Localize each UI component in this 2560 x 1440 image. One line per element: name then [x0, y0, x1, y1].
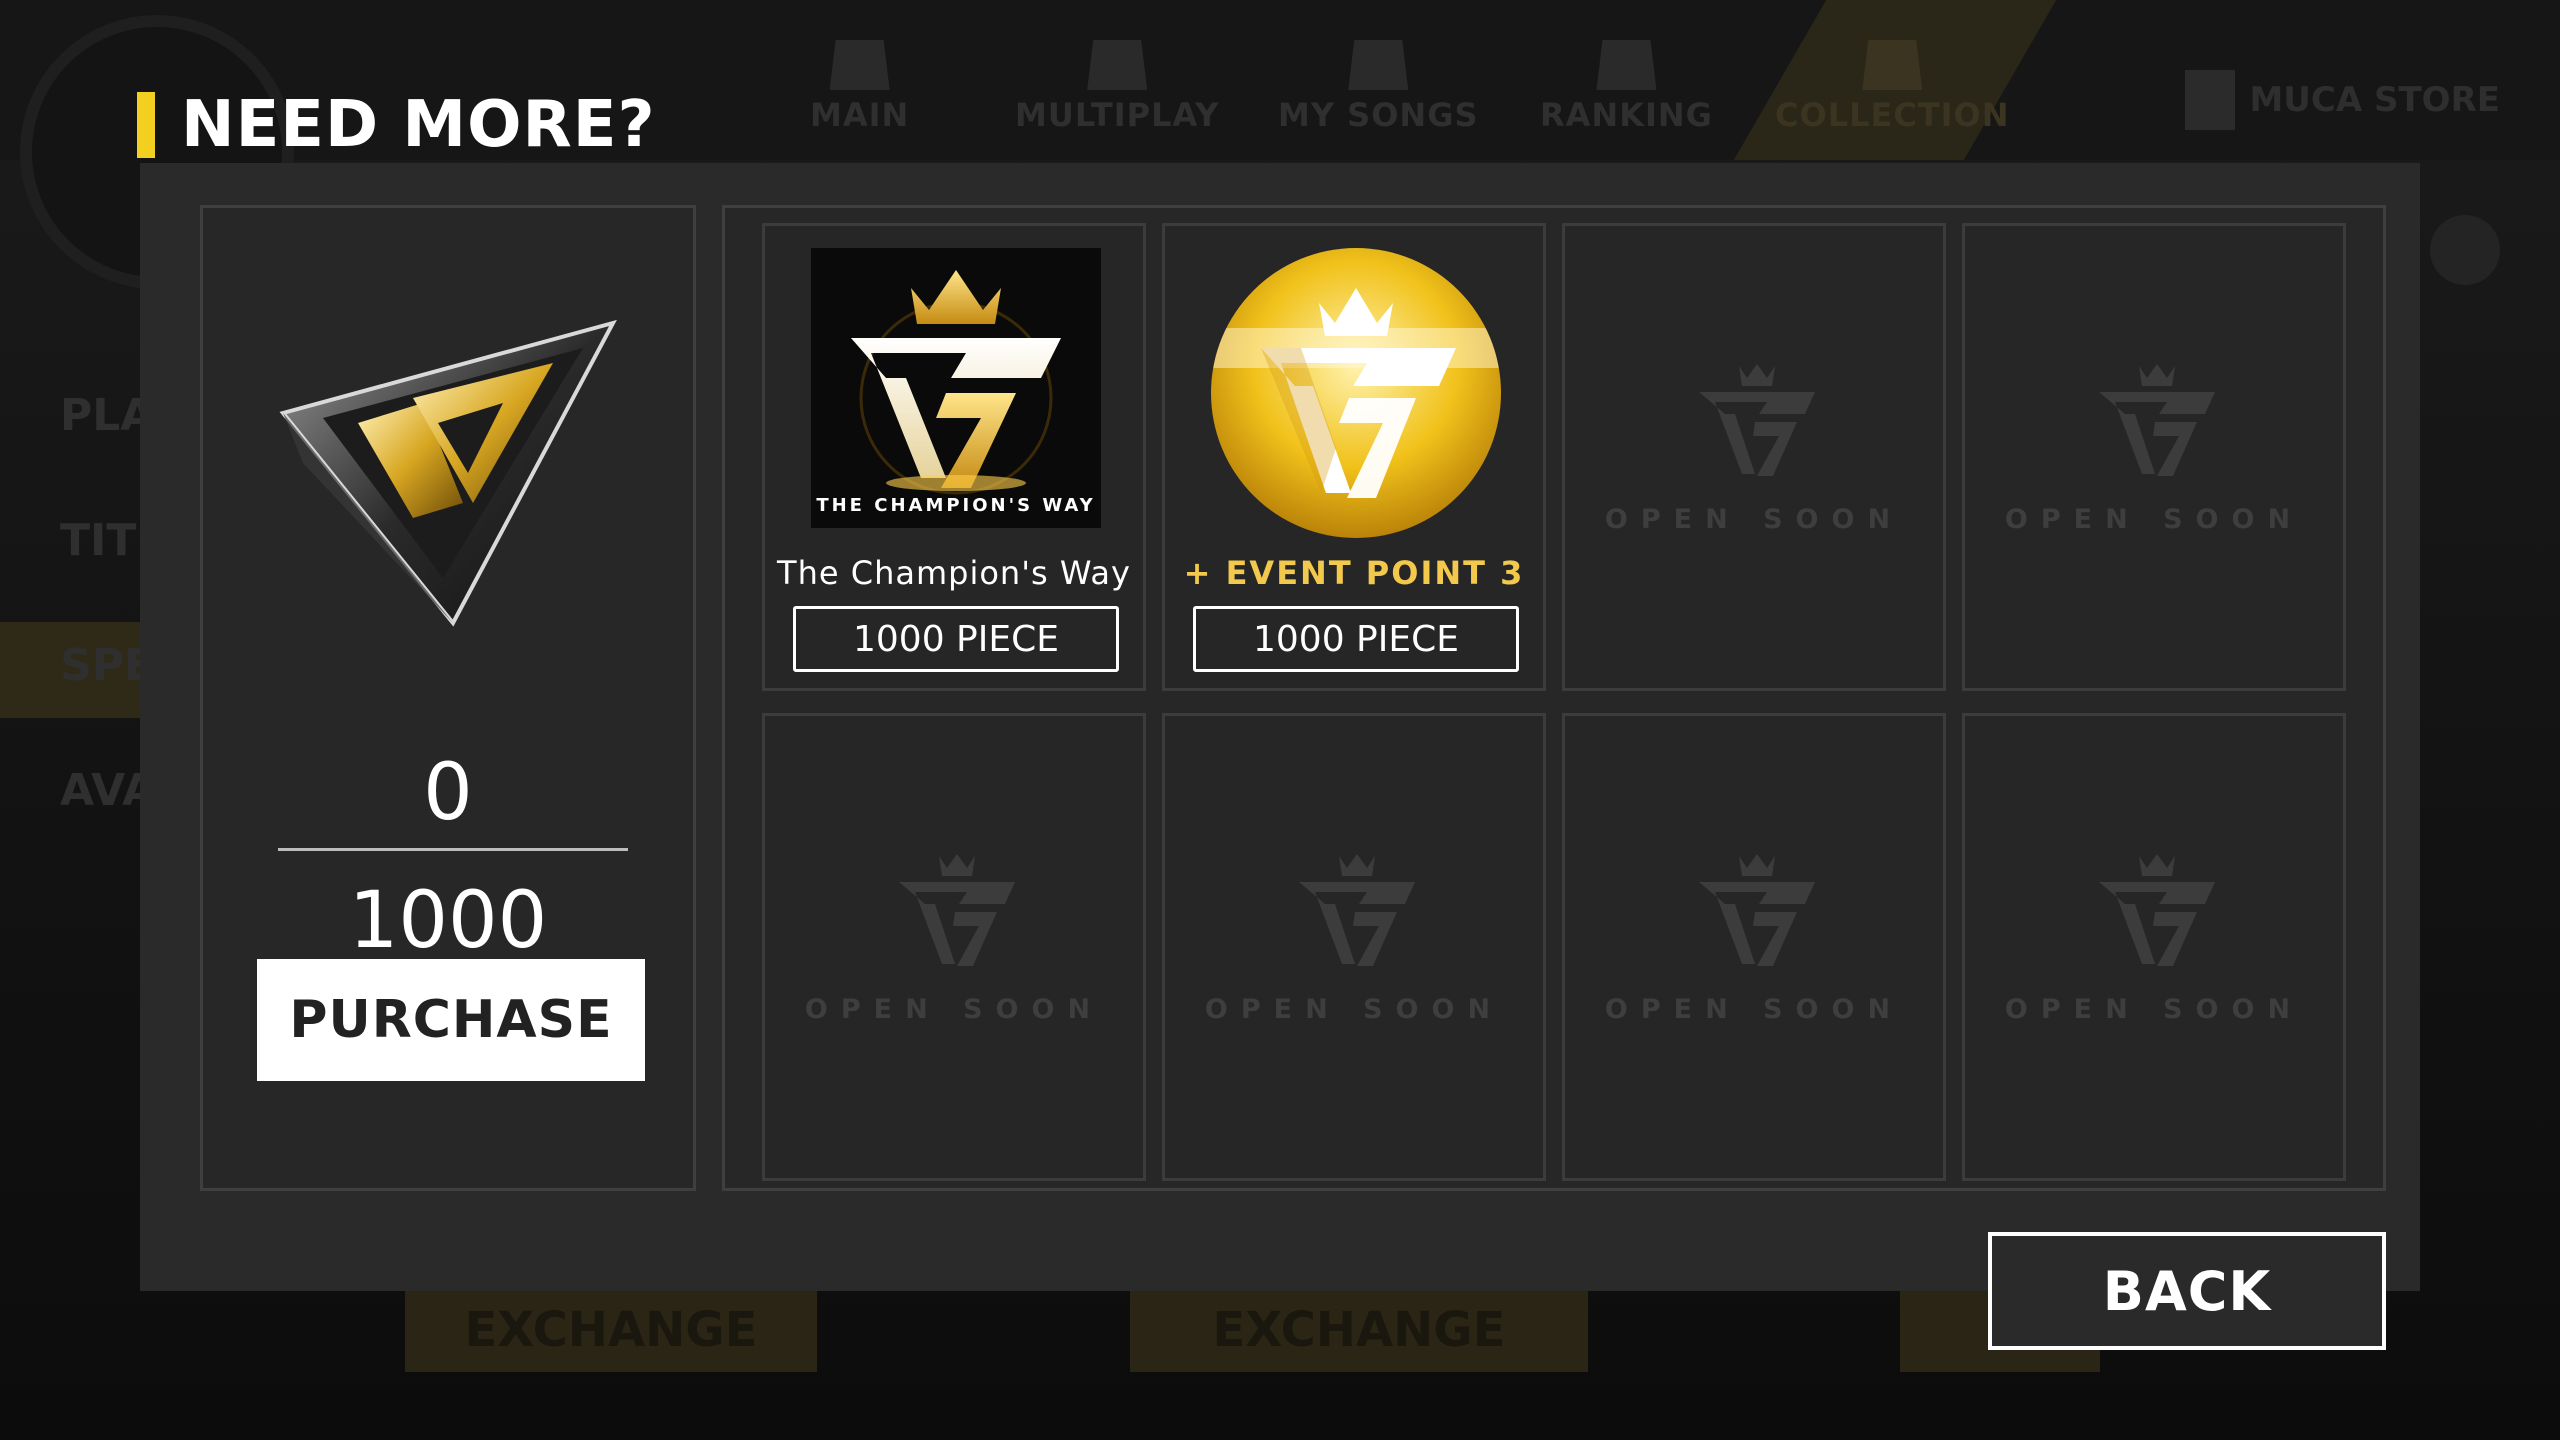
currency-panel: 0 1000 PURCHASE — [200, 205, 696, 1191]
gear-icon[interactable] — [2430, 215, 2500, 285]
tcw-logo-placeholder-icon — [2099, 364, 2215, 476]
multiplay-icon — [1087, 40, 1148, 90]
nav-main[interactable]: MAIN — [810, 40, 909, 134]
exchange-grid: THE CHAMPION'S WAY The Champion's Way 10… — [722, 205, 2386, 1191]
tcw-logo-placeholder-icon — [1699, 364, 1815, 476]
bg-exchange-button-2: EXCHANGE — [1130, 1288, 1588, 1372]
collection-icon — [1862, 40, 1923, 90]
open-soon-label: OPEN SOON — [1604, 504, 1904, 535]
item-name: + EVENT POINT 3 — [1183, 554, 1525, 592]
open-soon-slot: OPEN SOON — [762, 713, 1146, 1181]
muca-store-link[interactable]: MUCA STORE — [2185, 70, 2500, 130]
play-icon — [1348, 40, 1409, 90]
open-soon-label: OPEN SOON — [1204, 994, 1504, 1025]
back-button[interactable]: BACK — [1988, 1232, 2386, 1350]
open-soon-slot: OPEN SOON — [1562, 713, 1946, 1181]
open-soon-label: OPEN SOON — [804, 994, 1104, 1025]
event-point-thumbnail — [1211, 248, 1501, 538]
nav-collection[interactable]: COLLECTION — [1775, 40, 2010, 134]
required-pieces-count: 1000 — [348, 876, 548, 966]
open-soon-slot: OPEN SOON — [1562, 223, 1946, 691]
dialog-header: NEED MORE? — [137, 88, 656, 162]
title-accent-bar — [137, 92, 155, 158]
price-button[interactable]: 1000 PIECE — [1193, 606, 1519, 672]
thumbnail-caption: THE CHAMPION'S WAY — [816, 495, 1096, 516]
main-icon — [829, 40, 890, 90]
open-soon-label: OPEN SOON — [2004, 994, 2304, 1025]
nav-ranking[interactable]: RANKING — [1540, 40, 1713, 134]
open-soon-slot: OPEN SOON — [1162, 713, 1546, 1181]
open-soon-label: OPEN SOON — [1604, 994, 1904, 1025]
tcw-logo-placeholder-icon — [899, 854, 1015, 966]
exchange-slot-event-point[interactable]: + EVENT POINT 3 1000 PIECE — [1162, 223, 1546, 691]
open-soon-slot: OPEN SOON — [1962, 713, 2346, 1181]
tcw-gold-emblem-icon — [1211, 288, 1501, 498]
tcw-logo-icon — [851, 270, 1061, 495]
tcw-logo-placeholder-icon — [2099, 854, 2215, 966]
open-soon-slot: OPEN SOON — [1962, 223, 2346, 691]
item-name: The Champion's Way — [777, 554, 1131, 592]
price-button[interactable]: 1000 PIECE — [793, 606, 1119, 672]
owned-pieces-count: 0 — [423, 748, 473, 838]
count-divider — [278, 848, 628, 851]
dialog-title: NEED MORE? — [181, 88, 656, 162]
tcw-logo-placeholder-icon — [1699, 854, 1815, 966]
champions-way-thumbnail: THE CHAMPION'S WAY — [811, 248, 1101, 528]
open-soon-label: OPEN SOON — [2004, 504, 2304, 535]
tcw-logo-placeholder-icon — [1299, 854, 1415, 966]
nav-my-songs[interactable]: MY SONGS — [1278, 40, 1479, 134]
exchange-slot-champions-way[interactable]: THE CHAMPION'S WAY The Champion's Way 10… — [762, 223, 1146, 691]
need-more-dialog: 0 1000 PURCHASE THE CHAMPION'S WAY The C… — [140, 163, 2420, 1291]
podium-icon — [1596, 40, 1657, 90]
muca-logo-icon — [2185, 70, 2236, 130]
purchase-button[interactable]: PURCHASE — [257, 959, 645, 1081]
nav-multiplay[interactable]: MULTIPLAY — [1015, 40, 1219, 134]
bg-exchange-button-1: EXCHANGE — [405, 1288, 817, 1372]
piece-gem-icon — [279, 319, 617, 627]
